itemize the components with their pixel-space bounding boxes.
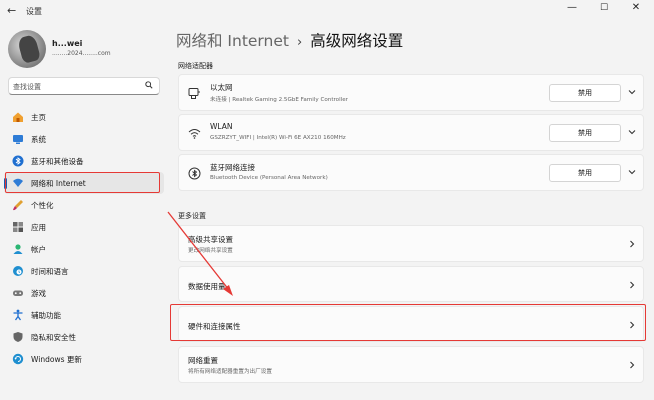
sidebar-item-label: 隐私和安全性 [31, 333, 76, 342]
search-input[interactable] [13, 80, 143, 93]
chevron-down-icon[interactable] [627, 127, 637, 137]
setting-advanced-sharing[interactable]: 高级共享设置 更改网络共享设置 [178, 225, 644, 262]
breadcrumb-separator: › [296, 35, 303, 50]
ethernet-icon [188, 88, 200, 99]
account-icon [13, 244, 23, 254]
setting-subtitle: 更改网络共享设置 [188, 248, 233, 254]
sidebar-item-accessibility[interactable]: 辅助功能 [4, 304, 164, 326]
adapter-subtitle: Bluetooth Device (Personal Area Network) [210, 175, 328, 181]
sidebar-item-label: 系统 [31, 135, 46, 144]
section-label-adapters: 网络适配器 [178, 62, 213, 70]
adapter-card-bluetooth-network[interactable]: 蓝牙网络连接 Bluetooth Device (Personal Area N… [178, 154, 644, 191]
setting-title: 高级共享设置 [188, 235, 233, 244]
update-icon [12, 353, 24, 365]
sidebar-item-windows-update[interactable]: Windows 更新 [4, 348, 164, 370]
adapter-title: 以太网 [210, 83, 233, 92]
sidebar-item-label: 辅助功能 [31, 311, 61, 320]
breadcrumb: 网络和 Internet › 高级网络设置 [176, 29, 403, 53]
breadcrumb-parent[interactable]: 网络和 Internet [176, 32, 289, 50]
sidebar-item-gaming[interactable]: 游戏 [4, 282, 164, 304]
setting-title: 网络重置 [188, 356, 218, 365]
title-bar: ← 设置 — ☐ ✕ [0, 0, 654, 24]
maximize-button[interactable]: ☐ [590, 1, 618, 15]
sidebar-item-label: 网络和 Internet [31, 179, 86, 188]
sidebar-item-label: 游戏 [31, 289, 46, 298]
sidebar-item-system[interactable]: 系统 [4, 128, 164, 150]
setting-title: 数据使用量 [188, 282, 226, 291]
adapter-title: WLAN [210, 122, 233, 131]
bluetooth-icon [12, 155, 24, 167]
apps-icon [13, 222, 23, 232]
chevron-right-icon [630, 240, 635, 248]
sidebar-item-label: 主页 [31, 113, 46, 122]
chevron-right-icon [630, 361, 635, 369]
chevron-right-icon [630, 321, 635, 329]
adapter-subtitle: GSZRZYT_WIFI | Intel(R) Wi-Fi 6E AX210 1… [210, 135, 346, 141]
brush-icon [13, 200, 23, 211]
chevron-down-icon[interactable] [627, 167, 637, 177]
sidebar-item-label: 应用 [31, 223, 46, 232]
adapter-card-ethernet[interactable]: 以太网 未连接 | Realtek Gaming 2.5GbE Family C… [178, 74, 644, 111]
chevron-right-icon [630, 281, 635, 289]
sidebar-item-personalization[interactable]: 个性化 [4, 194, 164, 216]
sidebar-item-label: 时间和语言 [31, 267, 69, 276]
setting-data-usage[interactable]: 数据使用量 [178, 266, 644, 302]
sidebar-item-home[interactable]: 主页 [4, 106, 164, 128]
user-email: ........2024........com [52, 50, 111, 57]
user-name: h...wei [52, 39, 83, 48]
sidebar-item-accounts[interactable]: 帐户 [4, 238, 164, 260]
sidebar-item-privacy[interactable]: 隐私和安全性 [4, 326, 164, 348]
sidebar-item-bluetooth[interactable]: 蓝牙和其他设备 [4, 150, 164, 172]
sidebar-nav: 主页 系统 蓝牙和其他设备 网络和 Internet 个性化 应用 帐户 时间和… [4, 106, 164, 370]
user-profile[interactable]: h...wei ........2024........com [8, 30, 158, 70]
sidebar-item-apps[interactable]: 应用 [4, 216, 164, 238]
sidebar-item-label: 蓝牙和其他设备 [31, 157, 84, 166]
accessibility-icon [13, 309, 23, 321]
chevron-down-icon[interactable] [627, 87, 637, 97]
section-label-more-settings: 更多设置 [178, 212, 206, 220]
page-title: 高级网络设置 [310, 32, 404, 50]
setting-title: 硬件和连接属性 [188, 322, 241, 331]
adapter-card-wlan[interactable]: WLAN GSZRZYT_WIFI | Intel(R) Wi-Fi 6E AX… [178, 114, 644, 151]
network-icon [13, 178, 23, 187]
close-button[interactable]: ✕ [622, 1, 650, 15]
setting-subtitle: 将所有网络适配器重置为出厂设置 [188, 369, 272, 375]
sidebar-item-label: 个性化 [31, 201, 54, 210]
disable-bluetooth-network-button[interactable]: 禁用 [549, 164, 621, 182]
app-title: 设置 [26, 7, 42, 16]
search-box[interactable] [8, 77, 160, 95]
sidebar-item-network[interactable]: 网络和 Internet [4, 172, 164, 194]
search-icon [145, 81, 153, 89]
sidebar-item-label: 帐户 [31, 245, 46, 254]
adapter-subtitle: 未连接 | Realtek Gaming 2.5GbE Family Contr… [210, 97, 348, 103]
sidebar-item-label: Windows 更新 [31, 355, 82, 364]
system-icon [13, 135, 23, 144]
shield-icon [13, 332, 23, 342]
wifi-icon [188, 129, 201, 139]
disable-ethernet-button[interactable]: 禁用 [549, 84, 621, 102]
setting-hardware-connection-properties[interactable]: 硬件和连接属性 [178, 306, 644, 342]
avatar [8, 30, 46, 68]
globe-icon [13, 266, 23, 276]
disable-wlan-button[interactable]: 禁用 [549, 124, 621, 142]
selection-indicator [4, 178, 7, 189]
bluetooth-network-icon [188, 167, 201, 180]
minimize-button[interactable]: — [558, 1, 586, 15]
home-icon [13, 112, 23, 122]
adapter-title: 蓝牙网络连接 [210, 163, 255, 172]
setting-network-reset[interactable]: 网络重置 将所有网络适配器重置为出厂设置 [178, 346, 644, 383]
sidebar-item-time-language[interactable]: 时间和语言 [4, 260, 164, 282]
back-arrow-icon[interactable]: ← [7, 4, 16, 17]
gamepad-icon [13, 290, 23, 296]
